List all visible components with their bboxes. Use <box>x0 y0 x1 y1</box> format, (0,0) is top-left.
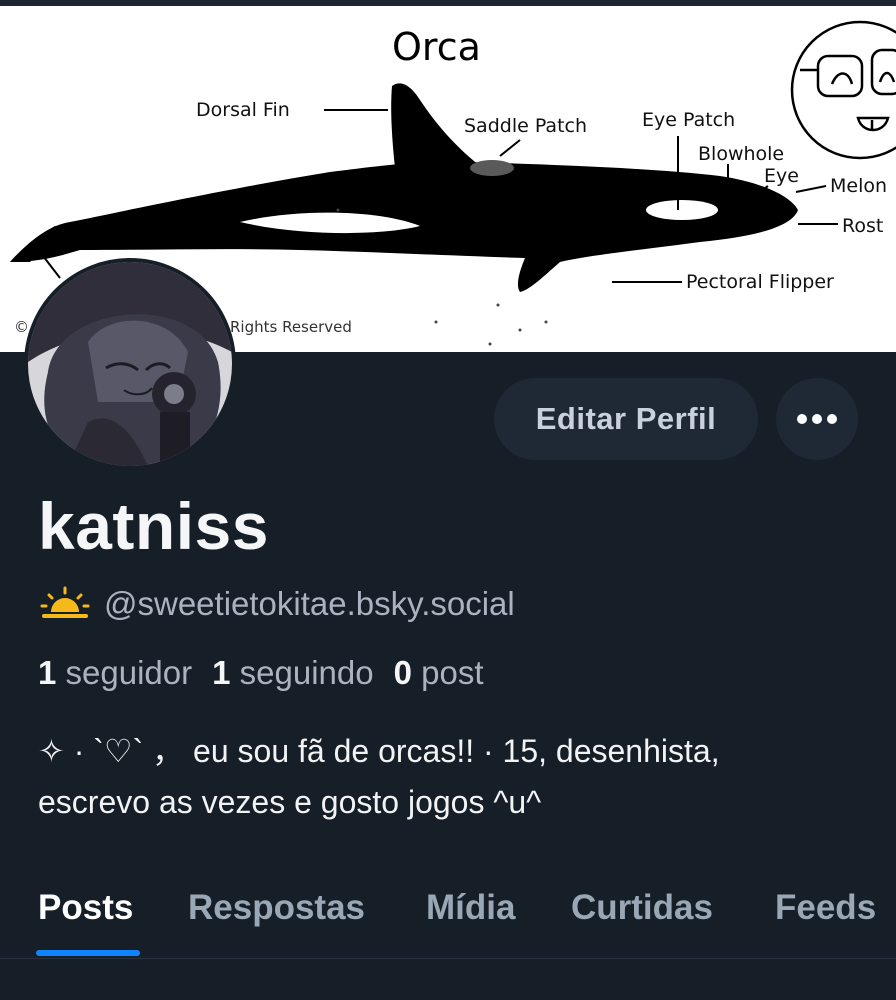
posts-stat: 0 post <box>394 654 484 691</box>
edit-profile-button[interactable]: Editar Perfil <box>494 378 758 460</box>
label-dorsal-fin: Dorsal Fin <box>196 99 290 121</box>
posts-count: 0 <box>393 654 412 691</box>
following-stat[interactable]: 1 seguindo <box>212 654 373 691</box>
followers-count: 1 <box>38 654 57 691</box>
tab-midia[interactable]: Mídia <box>426 878 515 938</box>
active-tab-indicator <box>36 950 140 956</box>
label-blowhole: Blowhole <box>698 143 784 165</box>
profile-bio: ✧ · `♡` ， eu sou fã de orcas!! · 15, des… <box>38 726 868 828</box>
followers-stat[interactable]: 1 seguidor <box>38 654 192 691</box>
label-saddle-patch: Saddle Patch <box>464 115 587 137</box>
ellipsis-dot <box>827 414 837 424</box>
handle-row: @sweetietokitae.bsky.social <box>38 584 515 624</box>
profile-tabs: Posts Respostas Mídia Curtidas Feeds <box>0 878 896 960</box>
label-copyright: Rights Reserved <box>230 318 352 336</box>
more-options-button[interactable] <box>776 378 858 460</box>
label-rostrum: Rost <box>842 215 883 237</box>
profile-stats: 1 seguidor 1 seguindo 0 post <box>38 654 484 692</box>
tab-curtidas[interactable]: Curtidas <box>571 878 713 938</box>
bio-line: escrevo as vezes e gosto jogos ^u^ <box>38 784 542 820</box>
label-melon: Melon <box>830 175 887 197</box>
copyright-symbol: © <box>14 318 29 336</box>
label-eye-patch: Eye Patch <box>642 109 735 131</box>
tab-feeds[interactable]: Feeds <box>775 878 876 938</box>
tab-respostas[interactable]: Respostas <box>188 878 365 938</box>
doodle-face <box>790 20 896 160</box>
display-name: katniss <box>38 489 269 563</box>
followers-label: seguidor <box>65 654 193 691</box>
tabs-divider <box>0 958 896 959</box>
following-label: seguindo <box>239 654 374 691</box>
label-eye: Eye <box>764 165 799 187</box>
handle-text[interactable]: @sweetietokitae.bsky.social <box>104 585 515 623</box>
avatar[interactable] <box>24 258 236 470</box>
avatar-image <box>28 262 232 466</box>
label-pectoral-flipper: Pectoral Flipper <box>686 271 834 293</box>
posts-label: post <box>421 654 484 691</box>
bio-line: ✧ · `♡` ， eu sou fã de orcas!! · 15, des… <box>38 733 720 769</box>
sunrise-icon <box>40 586 90 618</box>
ellipsis-icon <box>797 414 807 424</box>
following-count: 1 <box>212 654 231 691</box>
ellipsis-dot <box>812 414 822 424</box>
banner-title: Orca <box>392 25 481 69</box>
tab-posts[interactable]: Posts <box>38 878 133 938</box>
